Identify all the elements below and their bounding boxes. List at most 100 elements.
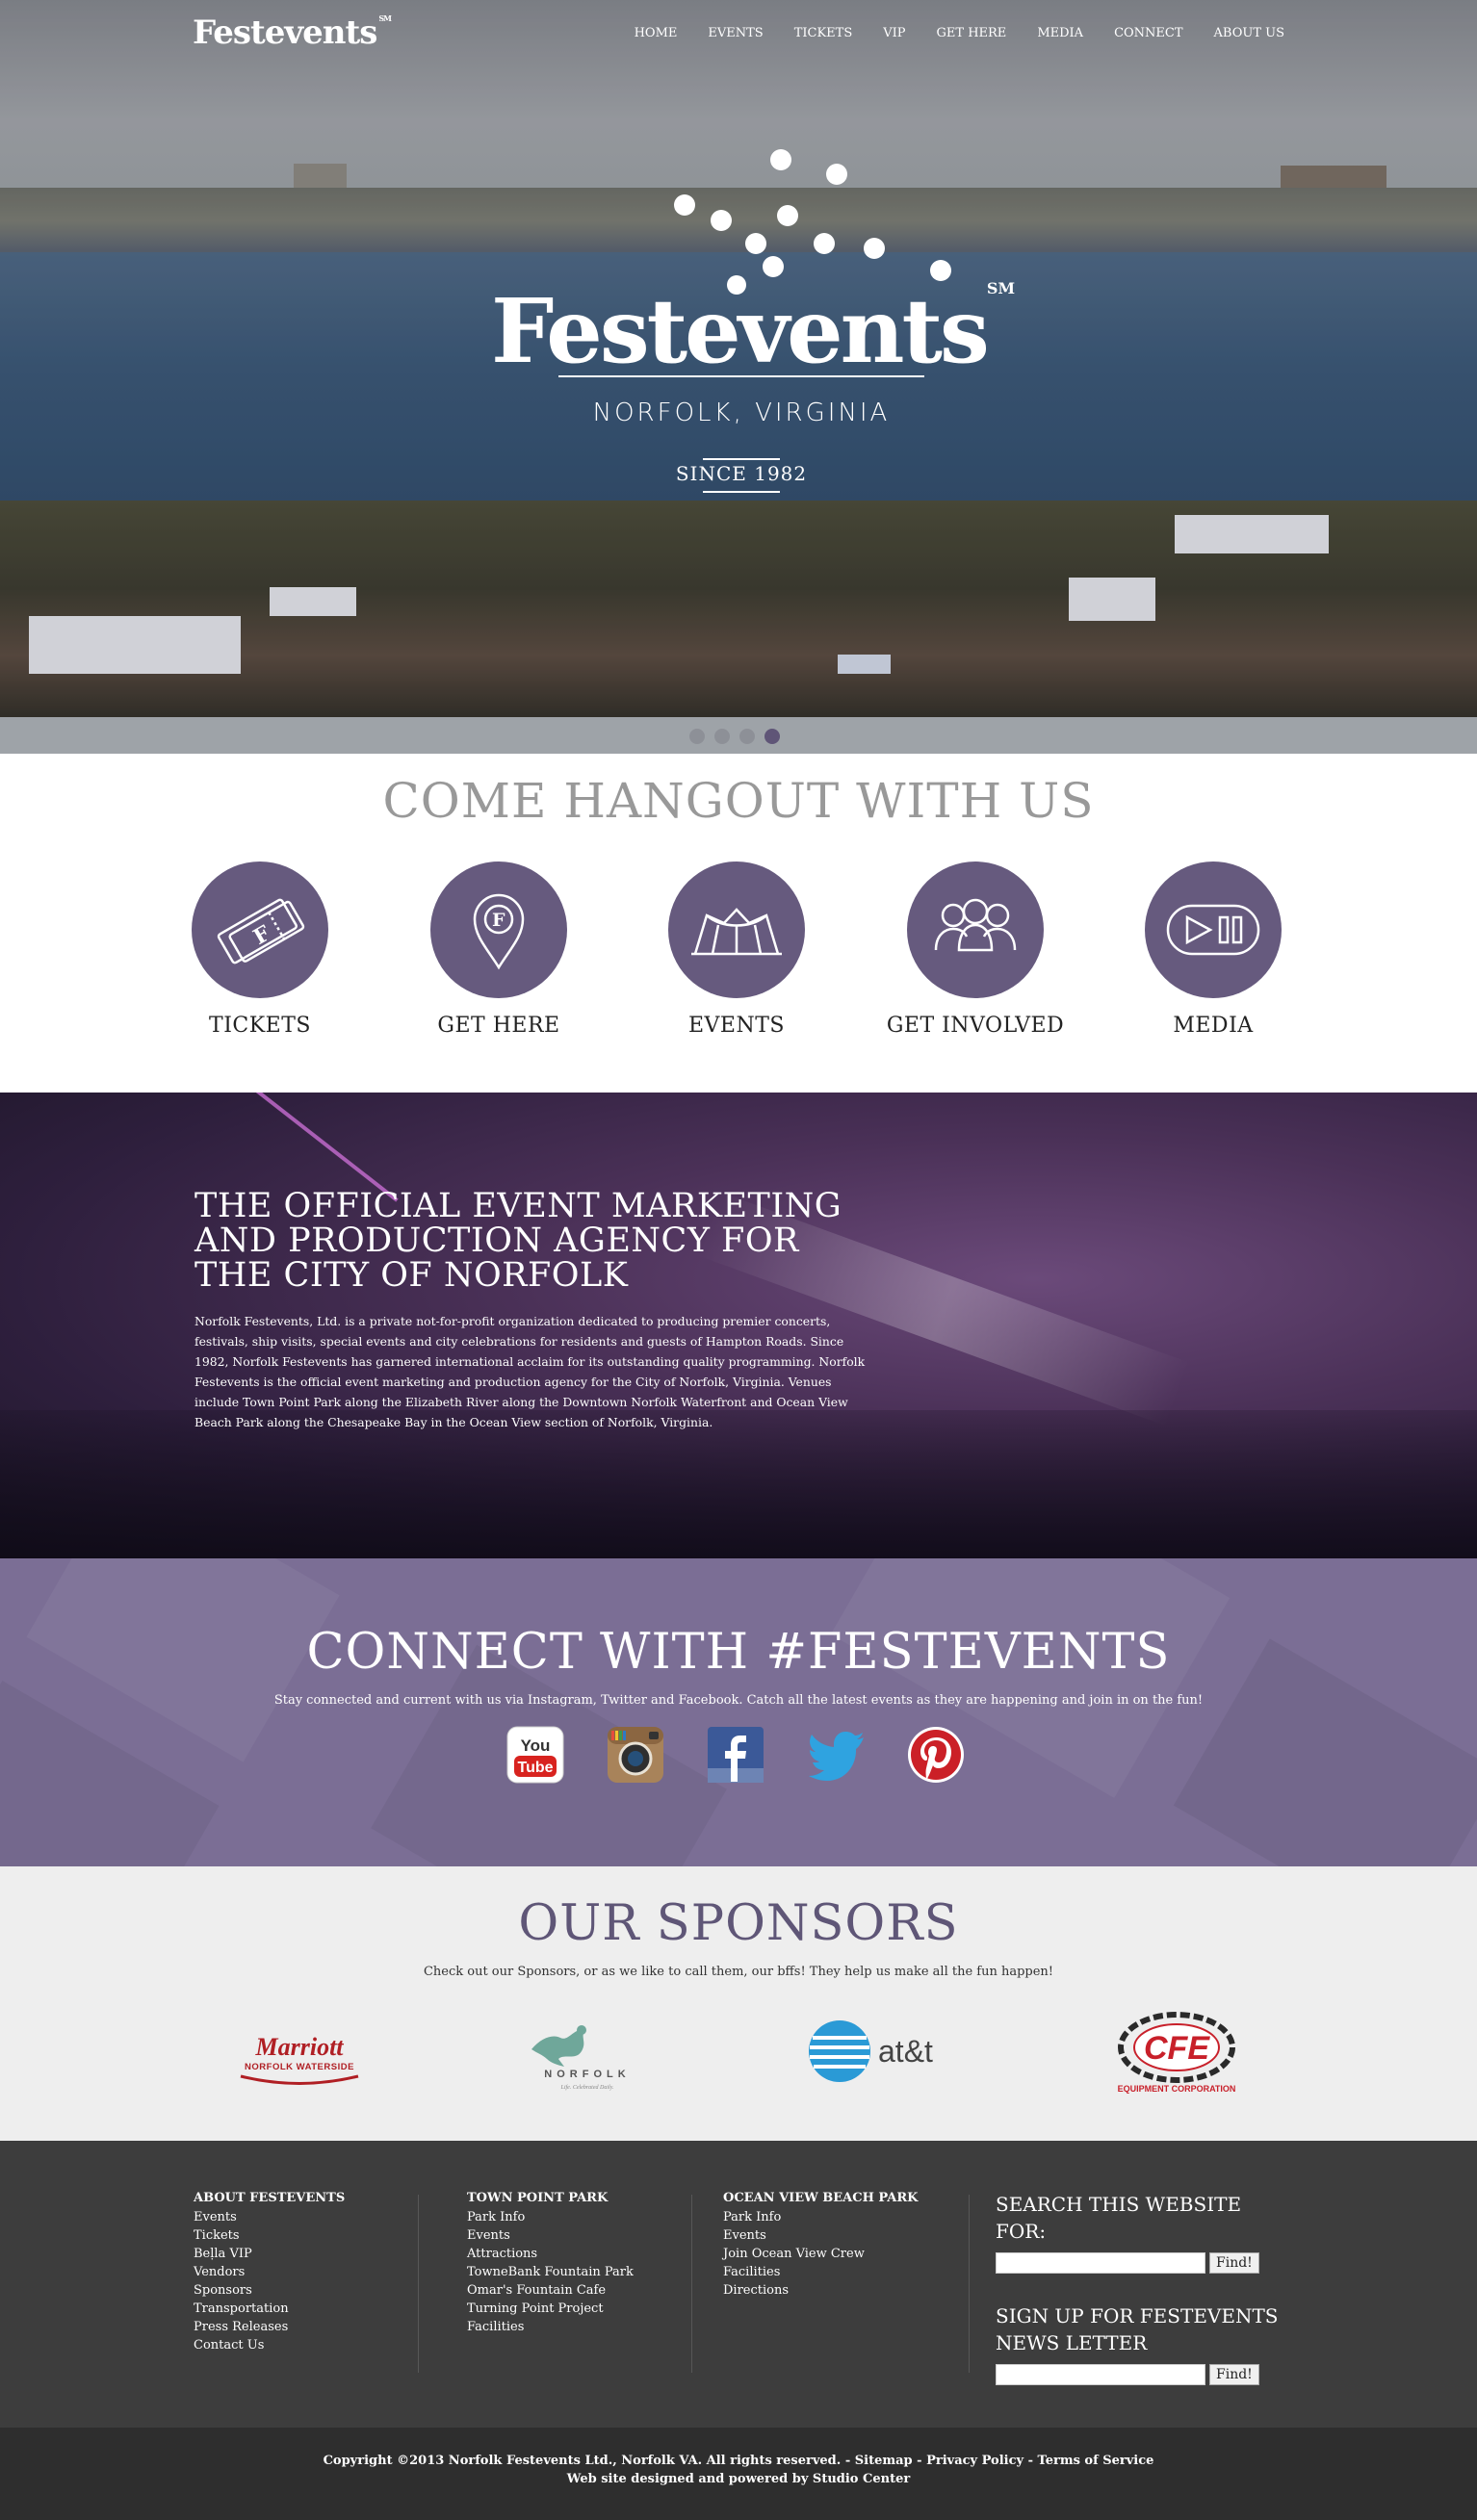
events-label: EVENTS (687, 1014, 785, 1038)
search-input[interactable] (996, 2252, 1205, 2274)
concert-crowd (0, 1410, 1477, 1558)
sponsor-marriott-logo[interactable]: Marriott NORFOLK WATERSIDE (227, 2009, 372, 2096)
logo-bubble (770, 149, 791, 170)
footer-link-directions[interactable]: Directions (723, 2281, 918, 2300)
instagram-icon[interactable] (607, 1726, 664, 1784)
norfolk-text: NORFOLK (544, 2069, 630, 2080)
top-navigation: Festevents SM HOME EVENTS TICKETS VIP GET… (0, 0, 1477, 69)
twitter-icon[interactable] (807, 1726, 865, 1784)
sponsor-cfe-logo[interactable]: CFE EQUIPMENT CORPORATION (1098, 2009, 1252, 2096)
tickets-label: TICKETS (209, 1014, 311, 1038)
cfe-sub-text: EQUIPMENT CORPORATION (1118, 2084, 1236, 2094)
footer-link-park-info[interactable]: Park Info (467, 2208, 634, 2226)
stage-laser (198, 1093, 399, 1202)
footer-link-ocean-view-crew[interactable]: Join Ocean View Crew (723, 2245, 918, 2263)
footer-link-bella-vip[interactable]: Beḷla VIP (194, 2245, 345, 2263)
footer-link-events[interactable]: Events (194, 2208, 345, 2226)
sponsors-title: OUR SPONSORS (518, 1895, 959, 1952)
hangout-item-events[interactable]: EVENTS (621, 861, 852, 1038)
header-logo[interactable]: Festevents SM (193, 13, 392, 52)
hero-title: FesteventsSM (491, 279, 1015, 383)
sitemap-link[interactable]: Sitemap (855, 2454, 913, 2468)
nav-home[interactable]: HOME (635, 26, 678, 40)
copyright-text: Copyright ©2013 Norfolk Festevents Ltd.,… (323, 2454, 842, 2468)
copyright-bar: Copyright ©2013 Norfolk Festevents Ltd.,… (0, 2428, 1477, 2520)
slide-dot-3[interactable] (739, 729, 755, 744)
nav-vip[interactable]: VIP (883, 26, 905, 40)
slide-dot-1[interactable] (689, 729, 705, 744)
copyright-line: Copyright ©2013 Norfolk Festevents Ltd.,… (323, 2454, 1154, 2468)
logo-bubble (763, 256, 784, 277)
hero-subtitle: NORFOLK, VIRGINIA (592, 399, 891, 427)
logo-bubble (814, 233, 835, 254)
social-links: You Tube (506, 1726, 969, 1787)
nav-get-here[interactable]: GET HERE (937, 26, 1007, 40)
privacy-policy-link[interactable]: Privacy Policy (926, 2454, 1024, 2468)
svg-text:F: F (492, 910, 505, 931)
pavilion-icon (668, 861, 805, 998)
newsletter-input[interactable] (996, 2364, 1205, 2385)
footer-link-press-releases[interactable]: Press Releases (194, 2318, 345, 2336)
footer-link-attractions[interactable]: Attractions (467, 2245, 634, 2263)
play-pause-icon (1145, 861, 1282, 998)
footer-divider (418, 2195, 419, 2373)
terms-of-service-link[interactable]: Terms of Service (1038, 2454, 1154, 2468)
footer-col-town-point-title: TOWN POINT PARK (467, 2191, 609, 2205)
logo-bubble (777, 205, 798, 226)
nav-connect[interactable]: CONNECT (1114, 26, 1182, 40)
footer-col-town-point: TOWN POINT PARK Park Info Events Attract… (467, 2191, 634, 2336)
youtube-icon[interactable]: You Tube (506, 1726, 564, 1784)
footer-link-transportation[interactable]: Transportation (194, 2300, 345, 2318)
marriott-text: Marriott (254, 2033, 344, 2061)
newsletter-button[interactable]: Find! (1209, 2364, 1259, 2385)
hangout-item-media[interactable]: MEDIA (1098, 861, 1329, 1038)
about-body: Norfolk Festevents, Ltd. is a private no… (194, 1314, 866, 1429)
footer-link-sponsors[interactable]: Sponsors (194, 2281, 345, 2300)
nav-events[interactable]: EVENTS (708, 26, 763, 40)
newsletter-title: SIGN UP FOR FESTEVENTS NEWS LETTER (996, 2304, 1279, 2354)
sponsor-norfolk-logo[interactable]: NORFOLK Life. Celebrated Daily. (512, 2009, 657, 2096)
footer-link-events[interactable]: Events (723, 2226, 918, 2245)
footer-link-fountain-cafe[interactable]: Omar's Fountain Cafe (467, 2281, 634, 2300)
footer-link-fountain-park[interactable]: TowneBank Fountain Park (467, 2263, 634, 2281)
hangout-item-tickets[interactable]: F TICKETS (144, 861, 376, 1038)
facebook-icon[interactable] (707, 1726, 764, 1784)
footer-link-turning-point[interactable]: Turning Point Project (467, 2300, 634, 2318)
slider-pagination (0, 717, 1477, 754)
slide-dot-2[interactable] (714, 729, 730, 744)
hangout-section: COME HANGOUT WITH US F TICKETS F GET HER… (0, 754, 1477, 1093)
footer-col-ocean-view: OCEAN VIEW BEACH PARK Park Info Events J… (723, 2191, 918, 2300)
footer-col-about: ABOUT FESTEVENTS Events Tickets Beḷla VI… (194, 2191, 345, 2354)
footer-link-park-info[interactable]: Park Info (723, 2208, 918, 2226)
footer-link-events[interactable]: Events (467, 2226, 634, 2245)
hangout-item-get-involved[interactable]: GET INVOLVED (860, 861, 1091, 1038)
nav-about-us[interactable]: ABOUT US (1214, 26, 1284, 40)
connect-title: CONNECT WITH #FESTEVENTS (306, 1624, 1171, 1681)
ticket-icon: F (192, 861, 328, 998)
footer-divider (691, 2195, 692, 2373)
footer-link-tickets[interactable]: Tickets (194, 2226, 345, 2245)
hero-title-mark: SM (986, 279, 1016, 297)
hero-title-text: Festevents (491, 279, 990, 383)
search-title: SEARCH THIS WEBSITE FOR: (996, 2193, 1242, 2243)
newsletter-row: Find! (996, 2364, 1284, 2385)
footer-link-facilities[interactable]: Facilities (723, 2263, 918, 2281)
sponsor-att-logo[interactable]: at&t (799, 2009, 953, 2096)
att-text: at&t (878, 2034, 933, 2069)
footer-link-contact-us[interactable]: Contact Us (194, 2336, 345, 2354)
hangout-item-get-here[interactable]: F GET HERE (383, 861, 614, 1038)
footer-link-vendors[interactable]: Vendors (194, 2263, 345, 2281)
footer-search: SEARCH THIS WEBSITE FOR: Find! SIGN UP F… (996, 2191, 1284, 2414)
main-nav: HOME EVENTS TICKETS VIP GET HERE MEDIA C… (604, 26, 1284, 40)
search-button[interactable]: Find! (1209, 2252, 1259, 2274)
sponsors-text: Check out our Sponsors, or as we like to… (423, 1965, 1054, 1979)
credits-line: Web site designed and powered by Studio … (566, 2472, 911, 2486)
pinterest-icon[interactable] (907, 1726, 965, 1784)
footer-link-facilities[interactable]: Facilities (467, 2318, 634, 2336)
hangout-links: F TICKETS F GET HERE EVENTS GET INVOLVED… (192, 861, 1284, 1054)
slide-dot-4[interactable] (764, 729, 780, 744)
slider-dots (689, 729, 780, 744)
nav-tickets[interactable]: TICKETS (794, 26, 853, 40)
nav-media[interactable]: MEDIA (1037, 26, 1083, 40)
hero-rule (558, 375, 924, 377)
